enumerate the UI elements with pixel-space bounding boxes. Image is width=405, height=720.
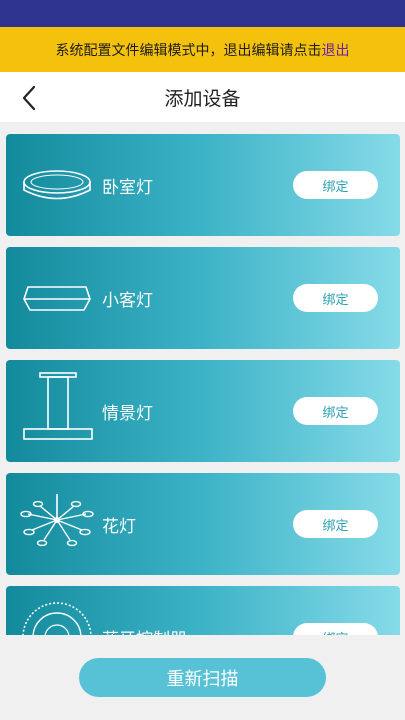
- banner-text: 系统配置文件编辑模式中，退出编辑请点击: [55, 42, 322, 59]
- device-list[interactable]: 卧室灯 绑定 小客灯 绑定 情景灯 绑定 花灯 绑定: [0, 122, 405, 635]
- footer-bar: 重新扫描: [0, 635, 405, 720]
- status-bar: [0, 0, 405, 27]
- bind-button[interactable]: 绑定: [293, 510, 378, 538]
- edit-mode-banner: 系统配置文件编辑模式中，退出编辑请点击 退出: [0, 27, 405, 72]
- device-name: 卧室灯: [102, 177, 153, 198]
- exit-edit-link[interactable]: 退出: [322, 40, 350, 60]
- bind-button[interactable]: 绑定: [293, 284, 378, 312]
- ceiling-light-icon: [23, 170, 91, 200]
- bind-button[interactable]: 绑定: [293, 623, 378, 635]
- chandelier-icon: [20, 494, 94, 547]
- square-ceiling-light-icon: [23, 286, 91, 311]
- bluetooth-controller-icon: [22, 602, 92, 635]
- device-card-small-living-light: 小客灯 绑定: [6, 247, 400, 349]
- app-header: 添加设备: [0, 72, 405, 122]
- device-card-bluetooth-controller: 蓝牙控制器 绑定: [6, 586, 400, 635]
- device-card-bedroom-light: 卧室灯 绑定: [6, 134, 400, 236]
- bind-button[interactable]: 绑定: [293, 397, 378, 425]
- device-name: 情景灯: [102, 403, 153, 424]
- device-card-scene-light: 情景灯 绑定: [6, 360, 400, 462]
- bind-button[interactable]: 绑定: [293, 171, 378, 199]
- back-button[interactable]: [14, 83, 44, 113]
- rescan-button[interactable]: 重新扫描: [79, 658, 326, 697]
- pendant-light-icon: [23, 372, 93, 440]
- chevron-left-icon: [22, 85, 36, 111]
- device-name: 花灯: [102, 516, 136, 537]
- device-name: 蓝牙控制器: [102, 625, 187, 636]
- device-card-chandelier: 花灯 绑定: [6, 473, 400, 575]
- page-title: 添加设备: [164, 87, 241, 110]
- device-name: 小客灯: [102, 290, 153, 311]
